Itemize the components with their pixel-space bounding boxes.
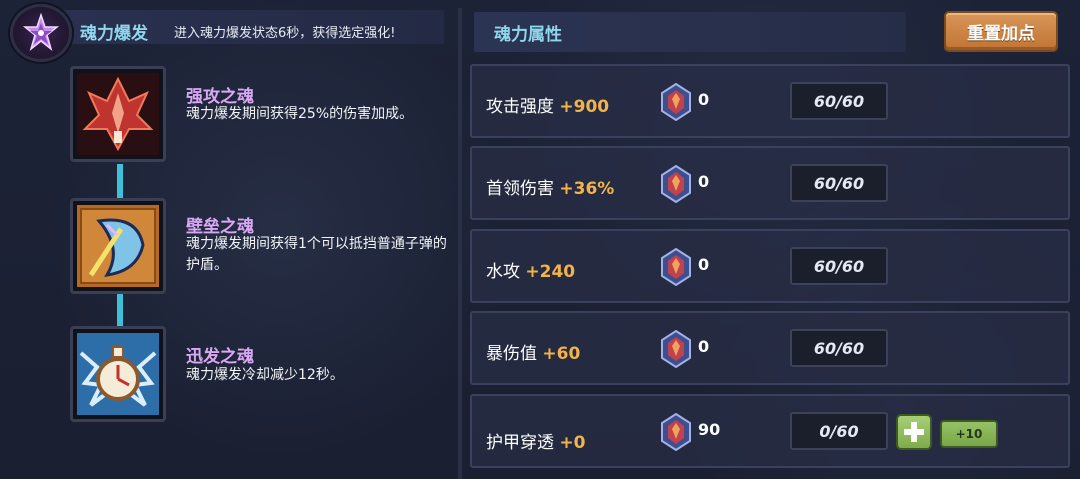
attribute-row: 护甲穿透 +0 90 0/60 +10 [470,394,1070,468]
soul-burst-panel: 魂力爆发 进入魂力爆发状态6秒，获得选定强化! 强攻之魂 魂力爆发期间获得25%… [0,0,462,479]
red-soul-icon[interactable] [70,66,166,162]
soul-burst-description: 进入魂力爆发状态6秒，获得选定强化! [174,26,396,41]
reset-points-button[interactable]: 重置加点 [944,11,1058,52]
attribute-name: 护甲穿透 [486,433,554,453]
attribute-row: 攻击强度 +900 0 60/60 [470,64,1070,138]
soul-gem-icon [661,248,691,286]
soul-gem-icon [661,413,691,451]
attribute-bonus: +900 [559,97,610,117]
plus-icon [904,422,924,442]
attribute-name: 暴伤值 [486,344,537,364]
soul-description: 魂力爆发期间获得1个可以抵挡普通子弹的护盾。 [186,236,447,273]
gem-count: 0 [698,337,710,356]
attribute-bonus: +0 [559,433,586,453]
attribute-level: 0/60 [790,412,888,450]
attribute-row: 首领伤害 +36% 0 60/60 [470,146,1070,220]
attribute-level: 60/60 [790,164,888,202]
attribute-name-label: 水攻 +240 [486,257,575,282]
attribute-name-label: 暴伤值 +60 [486,339,580,364]
shield-soul-icon[interactable] [70,198,166,294]
connector-line [117,164,123,200]
attribute-row: 水攻 +240 0 60/60 [470,229,1070,303]
attribute-name: 水攻 [486,262,520,282]
attribute-name-label: 攻击强度 +900 [486,92,609,117]
attribute-name: 首领伤害 [486,179,554,199]
clock-soul-icon[interactable] [70,326,166,422]
attribute-level: 60/60 [790,82,888,120]
panel-divider [458,8,462,479]
gem-count: 90 [698,420,721,439]
attribute-bonus: +60 [542,344,581,364]
soul-gem-icon [661,330,691,368]
soul-burst-title: 魂力爆发 [80,24,148,44]
attribute-name-label: 首领伤害 +36% [486,174,614,199]
attributes-title: 魂力属性 [494,25,562,45]
gem-count: 0 [698,255,710,274]
attribute-name: 攻击强度 [486,97,554,117]
add-point-button[interactable] [896,414,932,450]
soul-description: 魂力爆发期间获得25%的伤害加成。 [186,106,414,122]
attribute-level: 60/60 [790,247,888,285]
gem-count: 0 [698,172,710,191]
attribute-bonus: +36% [559,179,615,199]
connector-line [117,294,123,330]
soul-name: 迅发之魂 [186,347,254,367]
attribute-name-label: 护甲穿透 +0 [486,428,585,453]
soul-description: 魂力爆发冷却减少12秒。 [186,367,344,383]
add-ten-points-button[interactable]: +10 [940,420,998,448]
attribute-row: 暴伤值 +60 0 60/60 [470,311,1070,385]
soul-burst-icon [10,4,72,62]
soul-gem-icon [661,165,691,203]
attribute-level: 60/60 [790,329,888,367]
gem-count: 0 [698,90,710,109]
attribute-bonus: +240 [525,262,576,282]
soul-gem-icon [661,83,691,121]
